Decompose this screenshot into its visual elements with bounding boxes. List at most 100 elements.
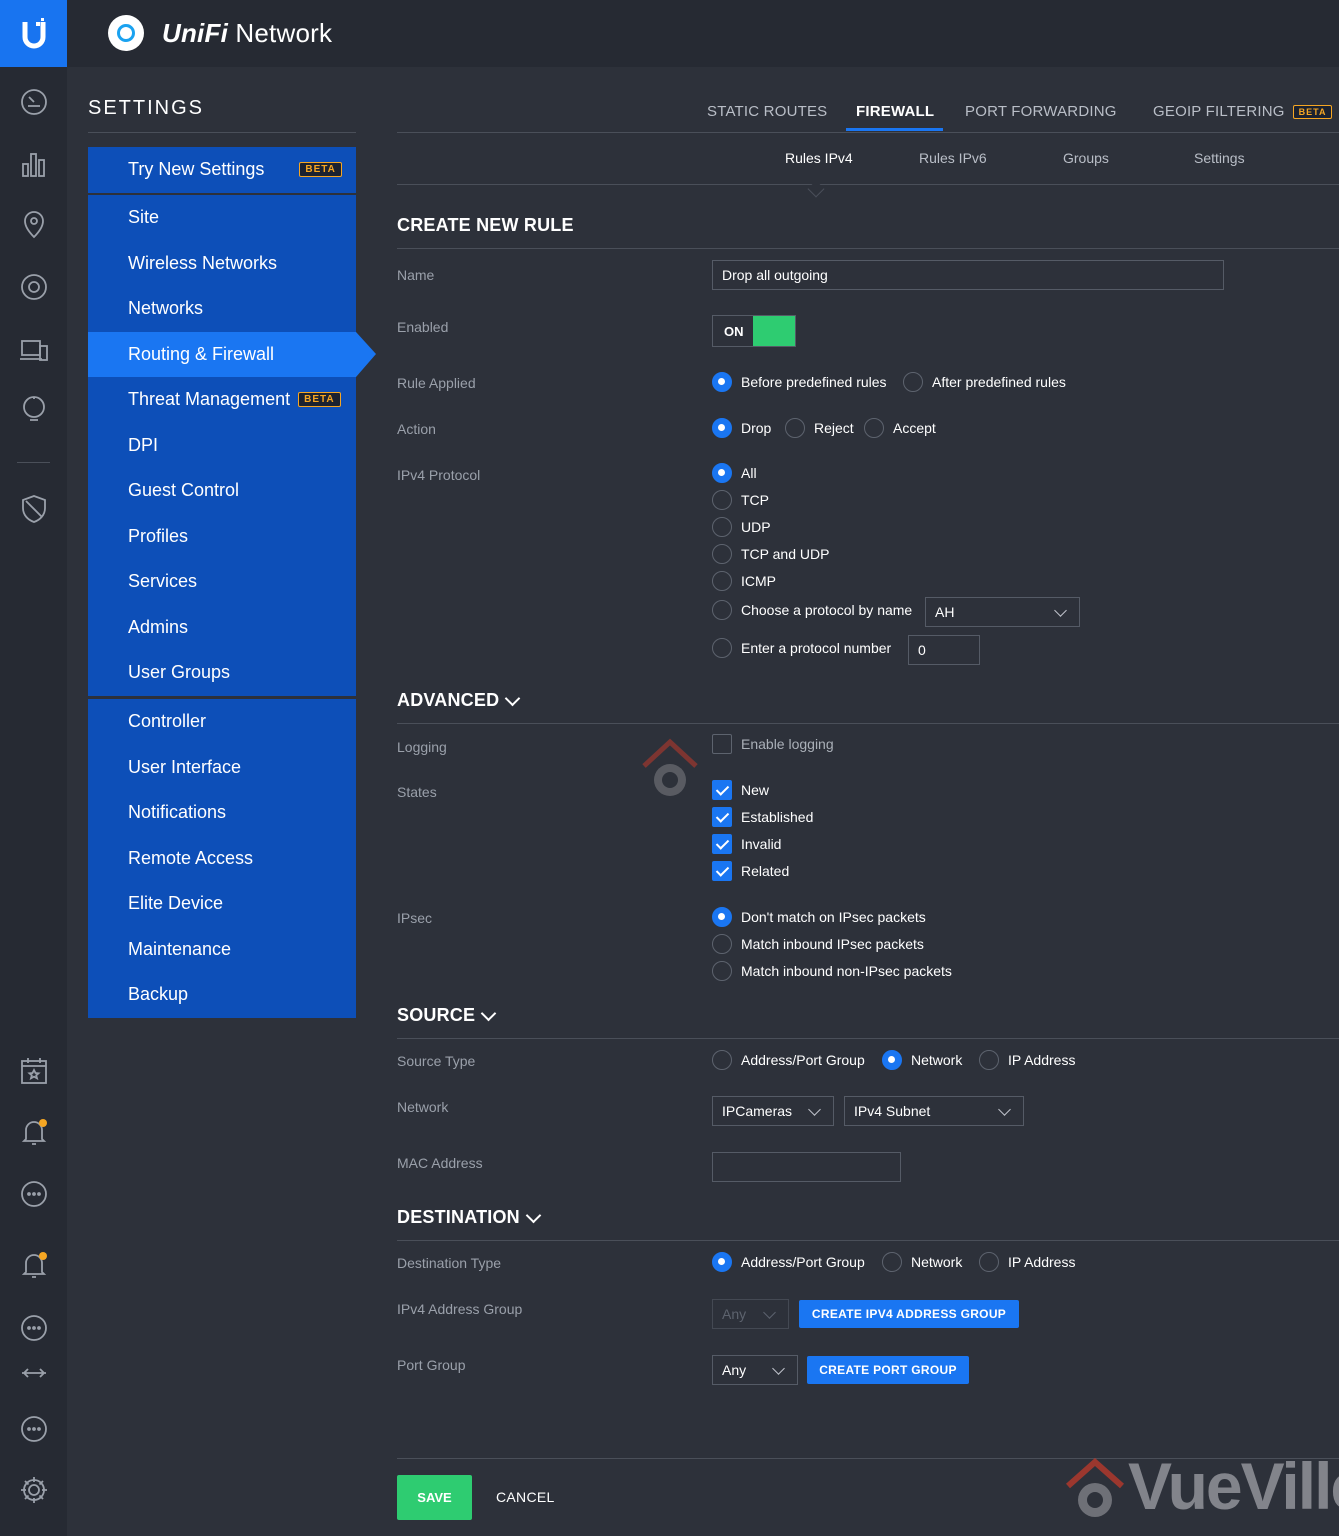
radio-protocol-by-number[interactable]: Enter a protocol number: [712, 638, 891, 658]
tab-static-routes[interactable]: STATIC ROUTES: [707, 103, 827, 120]
sidebar-item-user-interface[interactable]: User Interface: [88, 745, 356, 791]
create-port-group-button[interactable]: CREATE PORT GROUP: [807, 1356, 969, 1384]
protocol-number-input[interactable]: 0: [908, 635, 980, 665]
sidebar-item-profiles[interactable]: Profiles: [88, 514, 356, 560]
statistics-icon[interactable]: [17, 147, 51, 181]
radio-accept[interactable]: Accept: [864, 418, 936, 438]
sidebar-item-notifications[interactable]: Notifications: [88, 790, 356, 836]
option-label: Accept: [893, 420, 936, 436]
chevron-down-icon: [763, 1306, 776, 1319]
sidebar-item-label: Site: [128, 207, 160, 228]
threat-shield-icon[interactable]: [17, 492, 51, 526]
subtab-rules-ipv4[interactable]: Rules IPv4: [785, 150, 853, 166]
tab-geoip-filtering[interactable]: GEOIP FILTERING BETA: [1153, 103, 1333, 120]
radio-protocol-tcp-udp[interactable]: TCP and UDP: [712, 544, 829, 564]
subtab-rules-ipv6[interactable]: Rules IPv6: [919, 150, 987, 166]
radio-ipsec-inbound[interactable]: Match inbound IPsec packets: [712, 934, 924, 954]
cancel-button[interactable]: CANCEL: [496, 1489, 555, 1505]
radio-ipsec-no-match[interactable]: Don't match on IPsec packets: [712, 907, 926, 927]
ipv4-address-group-select[interactable]: Any: [712, 1299, 789, 1329]
radio-circle: [712, 544, 732, 564]
clients-icon[interactable]: [17, 333, 51, 367]
radio-ipsec-inbound-non[interactable]: Match inbound non-IPsec packets: [712, 961, 952, 981]
rule-name-input[interactable]: Drop all outgoing: [712, 260, 1224, 290]
sidebar-item-services[interactable]: Services: [88, 559, 356, 605]
radio-circle: [882, 1050, 902, 1070]
sidebar-item-maintenance[interactable]: Maintenance: [88, 927, 356, 973]
checkbox-state-invalid[interactable]: Invalid: [712, 834, 781, 854]
checkbox-state-new[interactable]: New: [712, 780, 769, 800]
source-network-select[interactable]: IPCameras: [712, 1096, 834, 1126]
chevron-down-icon: [1054, 604, 1067, 617]
sidebar-item-label: Try New Settings: [128, 159, 265, 180]
settings-gear-icon[interactable]: [17, 1473, 51, 1507]
collapse-icon[interactable]: [17, 1362, 51, 1384]
checkbox-state-related[interactable]: Related: [712, 861, 789, 881]
subtab-settings[interactable]: Settings: [1194, 150, 1245, 166]
radio-protocol-by-name[interactable]: Choose a protocol by name: [712, 600, 912, 620]
sidebar-item-networks[interactable]: Networks: [88, 286, 356, 332]
dashboard-icon[interactable]: [17, 85, 51, 119]
sidebar-item-site[interactable]: Site: [88, 195, 356, 241]
radio-circle: [712, 1050, 732, 1070]
radio-source-address-port-group[interactable]: Address/Port Group: [712, 1050, 865, 1070]
destination-heading[interactable]: DESTINATION: [397, 1207, 542, 1228]
chat-icon-3[interactable]: [17, 1412, 51, 1446]
sidebar-item-routing-firewall[interactable]: Routing & Firewall: [88, 331, 376, 377]
events-calendar-icon[interactable]: [17, 1054, 51, 1088]
create-ipv4-address-group-button[interactable]: CREATE IPV4 ADDRESS GROUP: [799, 1300, 1019, 1328]
radio-dest-network[interactable]: Network: [882, 1252, 962, 1272]
enabled-toggle[interactable]: ON: [712, 315, 796, 347]
radio-protocol-tcp[interactable]: TCP: [712, 490, 769, 510]
radio-source-network[interactable]: Network: [882, 1050, 962, 1070]
radio-circle: [864, 418, 884, 438]
radio-circle: [712, 418, 732, 438]
sidebar-item-remote-access[interactable]: Remote Access: [88, 836, 356, 882]
checkbox-enable-logging[interactable]: Enable logging: [712, 734, 834, 754]
radio-reject[interactable]: Reject: [785, 418, 854, 438]
sidebar-item-admins[interactable]: Admins: [88, 605, 356, 651]
subtab-groups[interactable]: Groups: [1063, 150, 1109, 166]
ubiquiti-logo-icon[interactable]: [0, 0, 67, 67]
app-title: UniFi Network: [162, 18, 333, 48]
sidebar-item-label: Elite Device: [128, 893, 224, 914]
sidebar-item-wireless-networks[interactable]: Wireless Networks: [88, 241, 356, 287]
radio-protocol-icmp[interactable]: ICMP: [712, 571, 776, 591]
radio-source-ip-address[interactable]: IP Address: [979, 1050, 1075, 1070]
sidebar-item-threat-management[interactable]: Threat Management BETA: [88, 377, 356, 423]
sidebar-item-dpi[interactable]: DPI: [88, 423, 356, 469]
option-label: Established: [741, 809, 814, 825]
radio-after-predefined[interactable]: After predefined rules: [903, 372, 1066, 392]
source-heading[interactable]: SOURCE: [397, 1005, 497, 1026]
alerts-bell-icon[interactable]: [17, 1115, 51, 1149]
chat-icon-2[interactable]: [17, 1311, 51, 1345]
sidebar-item-label: Admins: [128, 616, 189, 637]
devices-icon[interactable]: [17, 270, 51, 304]
radio-protocol-udp[interactable]: UDP: [712, 517, 771, 537]
protocol-name-select[interactable]: AH: [925, 597, 1080, 627]
save-button[interactable]: SAVE: [397, 1475, 472, 1520]
sidebar-item-try-new-settings[interactable]: Try New Settings BETA: [88, 147, 356, 193]
tab-firewall[interactable]: FIREWALL: [856, 103, 934, 120]
map-icon[interactable]: [17, 208, 51, 242]
sidebar-item-controller[interactable]: Controller: [88, 699, 356, 745]
source-subnet-select[interactable]: IPv4 Subnet: [844, 1096, 1024, 1126]
radio-dest-address-port-group[interactable]: Address/Port Group: [712, 1252, 865, 1272]
checkbox-state-established[interactable]: Established: [712, 807, 813, 827]
chat-icon[interactable]: [17, 1177, 51, 1211]
insights-icon[interactable]: [17, 393, 51, 427]
radio-drop[interactable]: Drop: [712, 418, 771, 438]
tab-port-forwarding[interactable]: PORT FORWARDING: [965, 103, 1117, 120]
advanced-heading[interactable]: ADVANCED: [397, 690, 521, 711]
sidebar-item-guest-control[interactable]: Guest Control: [88, 468, 356, 514]
radio-dest-ip-address[interactable]: IP Address: [979, 1252, 1075, 1272]
chevron-down-icon: [480, 1005, 497, 1021]
mac-address-input[interactable]: [712, 1152, 901, 1182]
alerts-bell-icon-2[interactable]: [17, 1248, 51, 1282]
sidebar-item-backup[interactable]: Backup: [88, 972, 356, 1018]
radio-protocol-all[interactable]: All: [712, 463, 757, 483]
radio-before-predefined[interactable]: Before predefined rules: [712, 372, 887, 392]
sidebar-item-user-groups[interactable]: User Groups: [88, 650, 356, 696]
sidebar-item-elite-device[interactable]: Elite Device: [88, 881, 356, 927]
port-group-select[interactable]: Any: [712, 1355, 798, 1385]
